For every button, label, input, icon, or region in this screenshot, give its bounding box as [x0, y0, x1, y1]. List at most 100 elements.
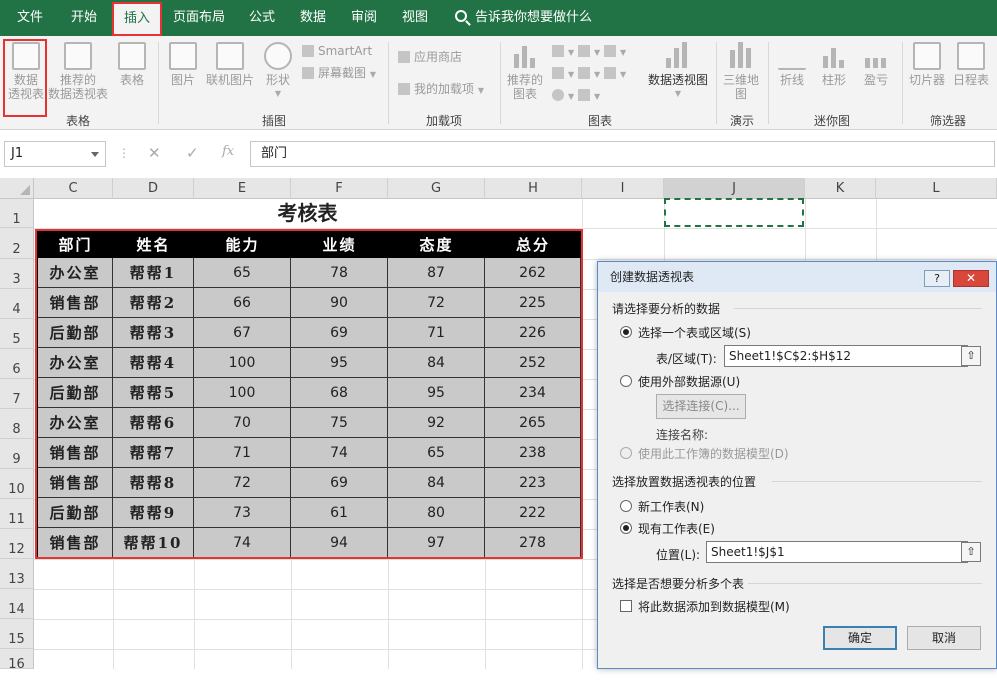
label-data-model: 使用此工作簿的数据模型(D): [638, 447, 789, 461]
row-header-1[interactable]: 1: [0, 199, 34, 228]
column-header-j[interactable]: J: [664, 178, 805, 199]
create-pivot-dialog: 创建数据透视表 ? ✕ 请选择要分析的数据 选择一个表或区域(S) 表/区域(T…: [597, 261, 997, 669]
column-header-l[interactable]: L: [876, 178, 997, 199]
ok-button[interactable]: 确定: [823, 626, 897, 650]
column-header-c[interactable]: C: [34, 178, 113, 199]
group-separator: [158, 42, 159, 124]
map3d-button[interactable]: 三维地 图: [720, 42, 762, 101]
tell-me-box[interactable]: 告诉我你想要做什么: [455, 0, 592, 36]
select-all-corner[interactable]: [0, 178, 34, 199]
row-header-7[interactable]: 7: [0, 379, 34, 409]
column-header-f[interactable]: F: [291, 178, 388, 199]
section-analyze-data: 请选择要分析的数据: [612, 302, 721, 316]
screenshot-icon: [302, 67, 314, 79]
more-icon: ⋮: [118, 146, 130, 160]
cancel-button[interactable]: 取消: [907, 626, 981, 650]
label-select-range: 选择一个表或区域(S): [638, 326, 751, 340]
row-header-6[interactable]: 6: [0, 349, 34, 379]
my-addins-button[interactable]: 我的加载项 ▼: [398, 80, 484, 98]
enter-icon[interactable]: ✓: [186, 144, 199, 162]
pivot-chart-icon: [664, 42, 692, 70]
collapse-range-icon[interactable]: ⇧: [961, 346, 981, 366]
sparkline-line-button[interactable]: 折线: [774, 42, 810, 87]
pivot-chart-button[interactable]: 数据透视图 ▼: [646, 42, 710, 101]
column-chart-dropdown[interactable]: ▼ ▼ ▼: [552, 42, 626, 60]
row-header-8[interactable]: 8: [0, 409, 34, 439]
tab-insert[interactable]: 插入: [112, 2, 162, 36]
line-chart-dropdown[interactable]: ▼ ▼ ▼: [552, 64, 626, 82]
column-header-h[interactable]: H: [485, 178, 582, 199]
tab-view[interactable]: 视图: [394, 0, 436, 36]
radio-data-model[interactable]: [620, 447, 632, 459]
smartart-button[interactable]: SmartArt: [302, 42, 372, 60]
cancel-icon[interactable]: ✕: [148, 144, 161, 162]
row-header-3[interactable]: 3: [0, 259, 34, 289]
collapse-location-icon[interactable]: ⇧: [961, 542, 981, 562]
row-header-15[interactable]: 15: [0, 619, 34, 649]
radio-new-sheet[interactable]: [620, 500, 632, 512]
recommended-charts-button[interactable]: 推荐的 图表: [504, 42, 546, 101]
tab-home[interactable]: 开始: [60, 0, 108, 36]
table-range-input[interactable]: Sheet1!$C$2:$H$12: [724, 345, 968, 367]
column-header-i[interactable]: I: [582, 178, 664, 199]
radio-select-range[interactable]: [620, 326, 632, 338]
name-box[interactable]: J1: [4, 141, 106, 167]
row-header-16[interactable]: 16: [0, 649, 34, 672]
row-header-10[interactable]: 10: [0, 469, 34, 499]
row-header-12[interactable]: 12: [0, 529, 34, 559]
group-separator: [500, 42, 501, 124]
close-button[interactable]: ✕: [953, 270, 989, 287]
divider: [748, 583, 982, 584]
row-header-2[interactable]: 2: [0, 228, 34, 259]
row-header-4[interactable]: 4: [0, 289, 34, 319]
group-label-sparklines: 迷你图: [814, 114, 851, 128]
pivot-table-highlight: [3, 39, 47, 117]
row-header-14[interactable]: 14: [0, 589, 34, 619]
radio-external-source[interactable]: [620, 375, 632, 387]
recommended-pivot-button[interactable]: 推荐的 数据透视表: [46, 42, 110, 101]
column-header-k[interactable]: K: [805, 178, 876, 199]
column-header-e[interactable]: E: [194, 178, 291, 199]
formula-input[interactable]: 部门: [250, 141, 995, 167]
hierarchy-chart-icon: [577, 45, 590, 57]
radio-existing-sheet[interactable]: [620, 522, 632, 534]
column-header-d[interactable]: D: [113, 178, 194, 199]
label-add-to-model: 将此数据添加到数据模型(M): [638, 600, 790, 614]
column-header-g[interactable]: G: [388, 178, 485, 199]
group-label-tours: 演示: [730, 114, 755, 128]
row-header-11[interactable]: 11: [0, 499, 34, 529]
sparkline-winloss-button[interactable]: 盈亏: [858, 42, 894, 87]
label-external-source: 使用外部数据源(U): [638, 375, 741, 389]
map3d-icon: [727, 42, 755, 70]
location-input[interactable]: Sheet1!$J$1: [706, 541, 968, 563]
add-to-model-checkbox[interactable]: [620, 600, 632, 612]
row-header-13[interactable]: 13: [0, 559, 34, 589]
picture-button[interactable]: 图片: [166, 42, 200, 87]
copy-marquee-j1: [664, 198, 804, 227]
tab-data[interactable]: 数据: [292, 0, 334, 36]
timeline-button[interactable]: 日程表: [950, 42, 992, 87]
help-button[interactable]: ?: [924, 270, 950, 287]
sparkline-column-button[interactable]: 柱形: [816, 42, 852, 87]
sparkline-column-icon: [820, 42, 848, 70]
row-header-5[interactable]: 5: [0, 319, 34, 349]
sheet-title[interactable]: 考核表: [34, 199, 581, 228]
tab-formulas[interactable]: 公式: [238, 0, 286, 36]
tab-page-layout[interactable]: 页面布局: [166, 0, 232, 36]
select-connection-button[interactable]: 选择连接(C)...: [656, 394, 746, 419]
group-label-illustrations: 插图: [262, 114, 287, 128]
pie-chart-dropdown[interactable]: ▼ ▼: [552, 86, 600, 104]
slicer-button[interactable]: 切片器: [906, 42, 948, 87]
online-picture-button[interactable]: 联机图片: [202, 42, 258, 87]
store-button[interactable]: 应用商店: [398, 48, 462, 66]
row-header-9[interactable]: 9: [0, 439, 34, 469]
tab-file[interactable]: 文件: [6, 0, 54, 36]
group-separator: [716, 42, 717, 124]
table-button[interactable]: 表格: [114, 42, 150, 87]
tab-review[interactable]: 审阅: [342, 0, 386, 36]
screenshot-button[interactable]: 屏幕截图 ▼: [302, 64, 376, 82]
shapes-button[interactable]: 形状 ▼: [260, 42, 296, 101]
insert-function-icon[interactable]: fx: [222, 144, 234, 159]
dropdown-arrow-icon: ▼: [274, 89, 282, 98]
scatter-chart-icon: [577, 89, 590, 101]
